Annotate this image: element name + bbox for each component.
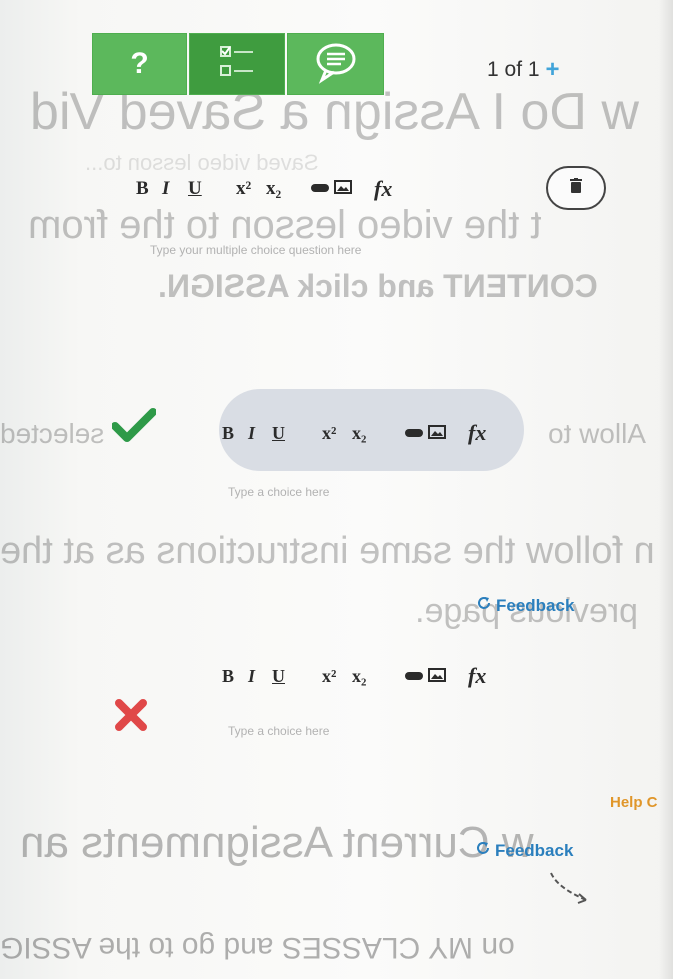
underline-button[interactable]: U — [272, 423, 322, 444]
checklist-icon — [215, 41, 259, 88]
ghost-text: on MY CLASSES and go to the ASSIG — [0, 931, 515, 964]
ghost-text: Saved video lesson to... — [85, 150, 319, 175]
help-mode-button[interactable]: ? — [92, 33, 187, 95]
choice-1-feedback-button[interactable]: Feedback — [476, 595, 574, 616]
refresh-icon — [475, 840, 491, 861]
question-input[interactable]: Type your multiple choice question here — [150, 243, 361, 257]
superscript-button[interactable]: x² — [322, 666, 352, 687]
underline-button[interactable]: U — [188, 178, 236, 200]
page-edge-shadow — [659, 0, 673, 979]
italic-button[interactable]: I — [248, 666, 272, 687]
formula-button[interactable]: fx — [468, 420, 486, 446]
link-icon[interactable] — [310, 178, 334, 200]
help-link[interactable]: Help C — [610, 794, 658, 811]
ghost-text: CONTENT and click ASSIGN. — [158, 268, 598, 304]
bold-button[interactable]: B — [136, 178, 162, 200]
open-response-mode-button[interactable] — [287, 33, 384, 95]
question-format-toolbar: B I U x² x₂ fx — [136, 176, 392, 202]
formula-button[interactable]: fx — [374, 176, 392, 202]
bold-button[interactable]: B — [222, 666, 248, 687]
subscript-button[interactable]: x₂ — [352, 666, 404, 687]
speech-bubble-icon — [312, 40, 360, 89]
page-surface: w Do I Assign a Saved Vid Saved video le… — [0, 0, 673, 979]
ghost-text: t the video lesson to the from — [28, 203, 542, 247]
feedback-label: Feedback — [496, 595, 575, 615]
question-counter-label: 1 of 1 — [487, 58, 540, 81]
bold-button[interactable]: B — [222, 423, 248, 444]
subscript-button[interactable]: x₂ — [266, 178, 310, 200]
refresh-icon — [476, 595, 492, 616]
ghost-text: Allow to — [548, 418, 647, 449]
multiple-choice-mode-button[interactable] — [189, 33, 285, 95]
image-icon[interactable] — [428, 423, 468, 444]
subscript-button[interactable]: x₂ — [352, 423, 404, 444]
superscript-button[interactable]: x² — [322, 423, 352, 444]
choice-2-feedback-button[interactable]: Feedback — [475, 840, 573, 861]
formula-button[interactable]: fx — [468, 663, 486, 689]
arrow-doodle — [548, 870, 598, 915]
choice-1-input[interactable]: Type a choice here — [228, 485, 329, 499]
choice-1-format-toolbar: B I U x² x₂ fx — [222, 420, 486, 446]
feedback-label: Feedback — [495, 840, 574, 860]
delete-question-button[interactable] — [546, 166, 606, 210]
ghost-text: w Current Assignments an — [20, 818, 534, 867]
add-question-button[interactable]: + — [546, 58, 560, 82]
checkmark-icon[interactable] — [111, 408, 157, 447]
question-counter: 1 of 1 + — [487, 58, 560, 82]
x-mark-icon[interactable] — [114, 698, 148, 737]
italic-button[interactable]: I — [162, 178, 188, 200]
ghost-text: n follow the same instructions as at the — [0, 530, 655, 572]
image-icon[interactable] — [428, 666, 468, 687]
choice-2-input[interactable]: Type a choice here — [228, 724, 329, 738]
choice-2-format-toolbar: B I U x² x₂ fx — [222, 663, 486, 689]
help-icon: ? — [130, 47, 149, 80]
italic-button[interactable]: I — [248, 423, 272, 444]
image-icon[interactable] — [334, 178, 374, 200]
link-icon[interactable] — [404, 666, 428, 687]
ghost-text: selected — [0, 418, 105, 449]
trash-icon — [569, 177, 583, 199]
underline-button[interactable]: U — [272, 666, 322, 687]
link-icon[interactable] — [404, 423, 428, 444]
superscript-button[interactable]: x² — [236, 178, 266, 200]
